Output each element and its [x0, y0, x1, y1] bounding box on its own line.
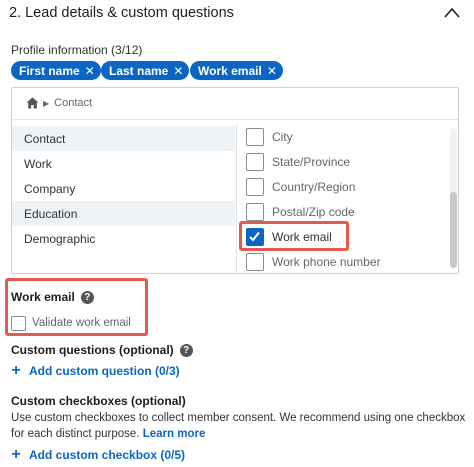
field-city[interactable]: City [246, 126, 293, 148]
breadcrumb-current: Contact [54, 97, 93, 109]
section-header[interactable]: 2. Lead details & custom questions [9, 5, 465, 23]
field-postal-zip-code[interactable]: Postal/Zip code [246, 201, 355, 223]
field-country-region[interactable]: Country/Region [246, 176, 355, 198]
field-checkbox-checked[interactable] [246, 228, 264, 246]
custom-checkboxes-description: Use custom checkboxes to collect member … [11, 412, 466, 440]
field-selector-panel: ▶ Contact Contact Work Company Education… [11, 87, 459, 274]
chip-label: First name [19, 63, 80, 78]
field-checkbox[interactable] [246, 203, 264, 221]
plus-icon: + [11, 446, 21, 463]
category-demographic[interactable]: Demographic [12, 226, 235, 251]
field-checkbox[interactable] [246, 128, 264, 146]
validate-checkbox[interactable] [11, 315, 26, 331]
column-divider [236, 124, 237, 273]
learn-more-link[interactable]: Learn more [143, 428, 206, 440]
field-state-province[interactable]: State/Province [246, 151, 350, 173]
add-custom-question-button[interactable]: + Add custom question (0/3) [9, 362, 179, 380]
remove-chip-icon[interactable]: ✕ [85, 64, 95, 78]
scrollbar-thumb[interactable] [450, 192, 457, 268]
field-checkbox[interactable] [246, 178, 264, 196]
category-work[interactable]: Work [12, 151, 235, 176]
category-contact[interactable]: Contact [12, 126, 235, 151]
category-education[interactable]: Education [12, 201, 235, 226]
add-custom-checkbox-button[interactable]: + Add custom checkbox (0/5) [9, 446, 185, 464]
remove-chip-icon[interactable]: ✕ [267, 64, 277, 78]
checkmark-icon [249, 231, 260, 242]
field-work-email[interactable]: Work email [246, 226, 332, 248]
chip-label: Work email [198, 63, 262, 78]
field-checkbox[interactable] [246, 253, 264, 271]
field-list-scrollbar[interactable] [450, 128, 457, 268]
remove-chip-icon[interactable]: ✕ [173, 64, 183, 78]
chip-first-name[interactable]: First name ✕ [11, 61, 101, 80]
category-company[interactable]: Company [12, 176, 235, 201]
help-icon[interactable]: ? [80, 290, 94, 304]
field-work-phone-number[interactable]: Work phone number [246, 251, 381, 273]
custom-questions-title: Custom questions (optional) ? [11, 343, 193, 357]
custom-checkboxes-title: Custom checkboxes (optional) [11, 394, 186, 408]
breadcrumb: ▶ Contact [26, 95, 92, 111]
chip-last-name[interactable]: Last name ✕ [101, 61, 190, 80]
section-title: 2. Lead details & custom questions [9, 5, 234, 21]
chip-label: Last name [109, 63, 169, 78]
breadcrumb-divider [12, 119, 458, 120]
breadcrumb-separator-icon: ▶ [43, 98, 50, 108]
profile-information-label: Profile information (3/12) [11, 43, 143, 57]
help-icon[interactable]: ? [179, 343, 193, 357]
plus-icon: + [11, 362, 21, 379]
chip-work-email[interactable]: Work email ✕ [190, 61, 283, 80]
validate-work-email-checkbox[interactable]: Validate work email [11, 314, 131, 332]
home-icon[interactable] [26, 97, 39, 109]
chevron-up-icon[interactable] [443, 5, 461, 21]
field-checkbox[interactable] [246, 153, 264, 171]
work-email-title: Work email ? [11, 290, 94, 304]
